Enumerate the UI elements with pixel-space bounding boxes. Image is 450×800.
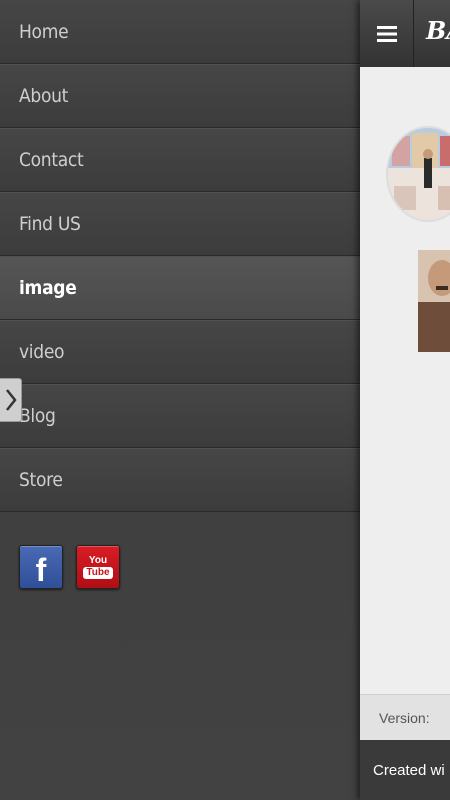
youtube-icon: You Tube xyxy=(83,554,113,579)
drawer-toggle-handle[interactable] xyxy=(0,378,22,422)
chevron-right-icon xyxy=(5,389,17,411)
menu-item-home[interactable]: Home xyxy=(0,0,360,64)
menu-item-find-us[interactable]: Find US xyxy=(0,192,360,256)
app-header: BA xyxy=(360,0,450,67)
social-links: f You Tube xyxy=(19,545,120,589)
app-title: BA xyxy=(426,16,450,45)
menu-item-contact[interactable]: Contact xyxy=(0,128,360,192)
menu-item-label: Blog xyxy=(19,404,56,427)
youtube-button[interactable]: You Tube xyxy=(76,545,120,589)
menu-item-label: Home xyxy=(19,20,69,43)
menu-item-label: video xyxy=(19,340,65,363)
created-with-text: Created wi xyxy=(373,761,445,779)
version-bar: Version: xyxy=(360,694,450,740)
content-page: BA Version: Created wi xyxy=(360,0,450,800)
navigation-drawer: Home About Contact Find US image video B… xyxy=(0,0,360,800)
youtube-icon-text-bottom: Tube xyxy=(83,566,113,579)
menu-item-image[interactable]: image xyxy=(0,256,360,320)
menu-item-video[interactable]: video xyxy=(0,320,360,384)
menu-item-label: Contact xyxy=(19,148,84,171)
menu-item-store[interactable]: Store xyxy=(0,448,360,512)
menu-item-label: Store xyxy=(19,468,63,491)
menu-item-blog[interactable]: Blog xyxy=(0,384,360,448)
facebook-button[interactable]: f xyxy=(19,545,63,589)
portrait-photo-image xyxy=(418,250,450,352)
hamburger-icon xyxy=(376,25,397,42)
portrait-photo-thumbnail[interactable] xyxy=(418,250,450,352)
store-photo-thumbnail[interactable] xyxy=(386,126,450,222)
menu-item-label: image xyxy=(19,276,77,299)
menu-item-about[interactable]: About xyxy=(0,64,360,128)
created-with-bar: Created wi xyxy=(360,740,450,800)
store-photo-image xyxy=(388,128,450,220)
youtube-icon-text-top: You xyxy=(88,554,108,566)
menu-item-label: Find US xyxy=(19,212,81,235)
version-label: Version: xyxy=(379,709,430,726)
menu-button[interactable] xyxy=(360,0,414,67)
menu-item-label: About xyxy=(19,84,69,107)
facebook-icon: f xyxy=(35,552,47,588)
